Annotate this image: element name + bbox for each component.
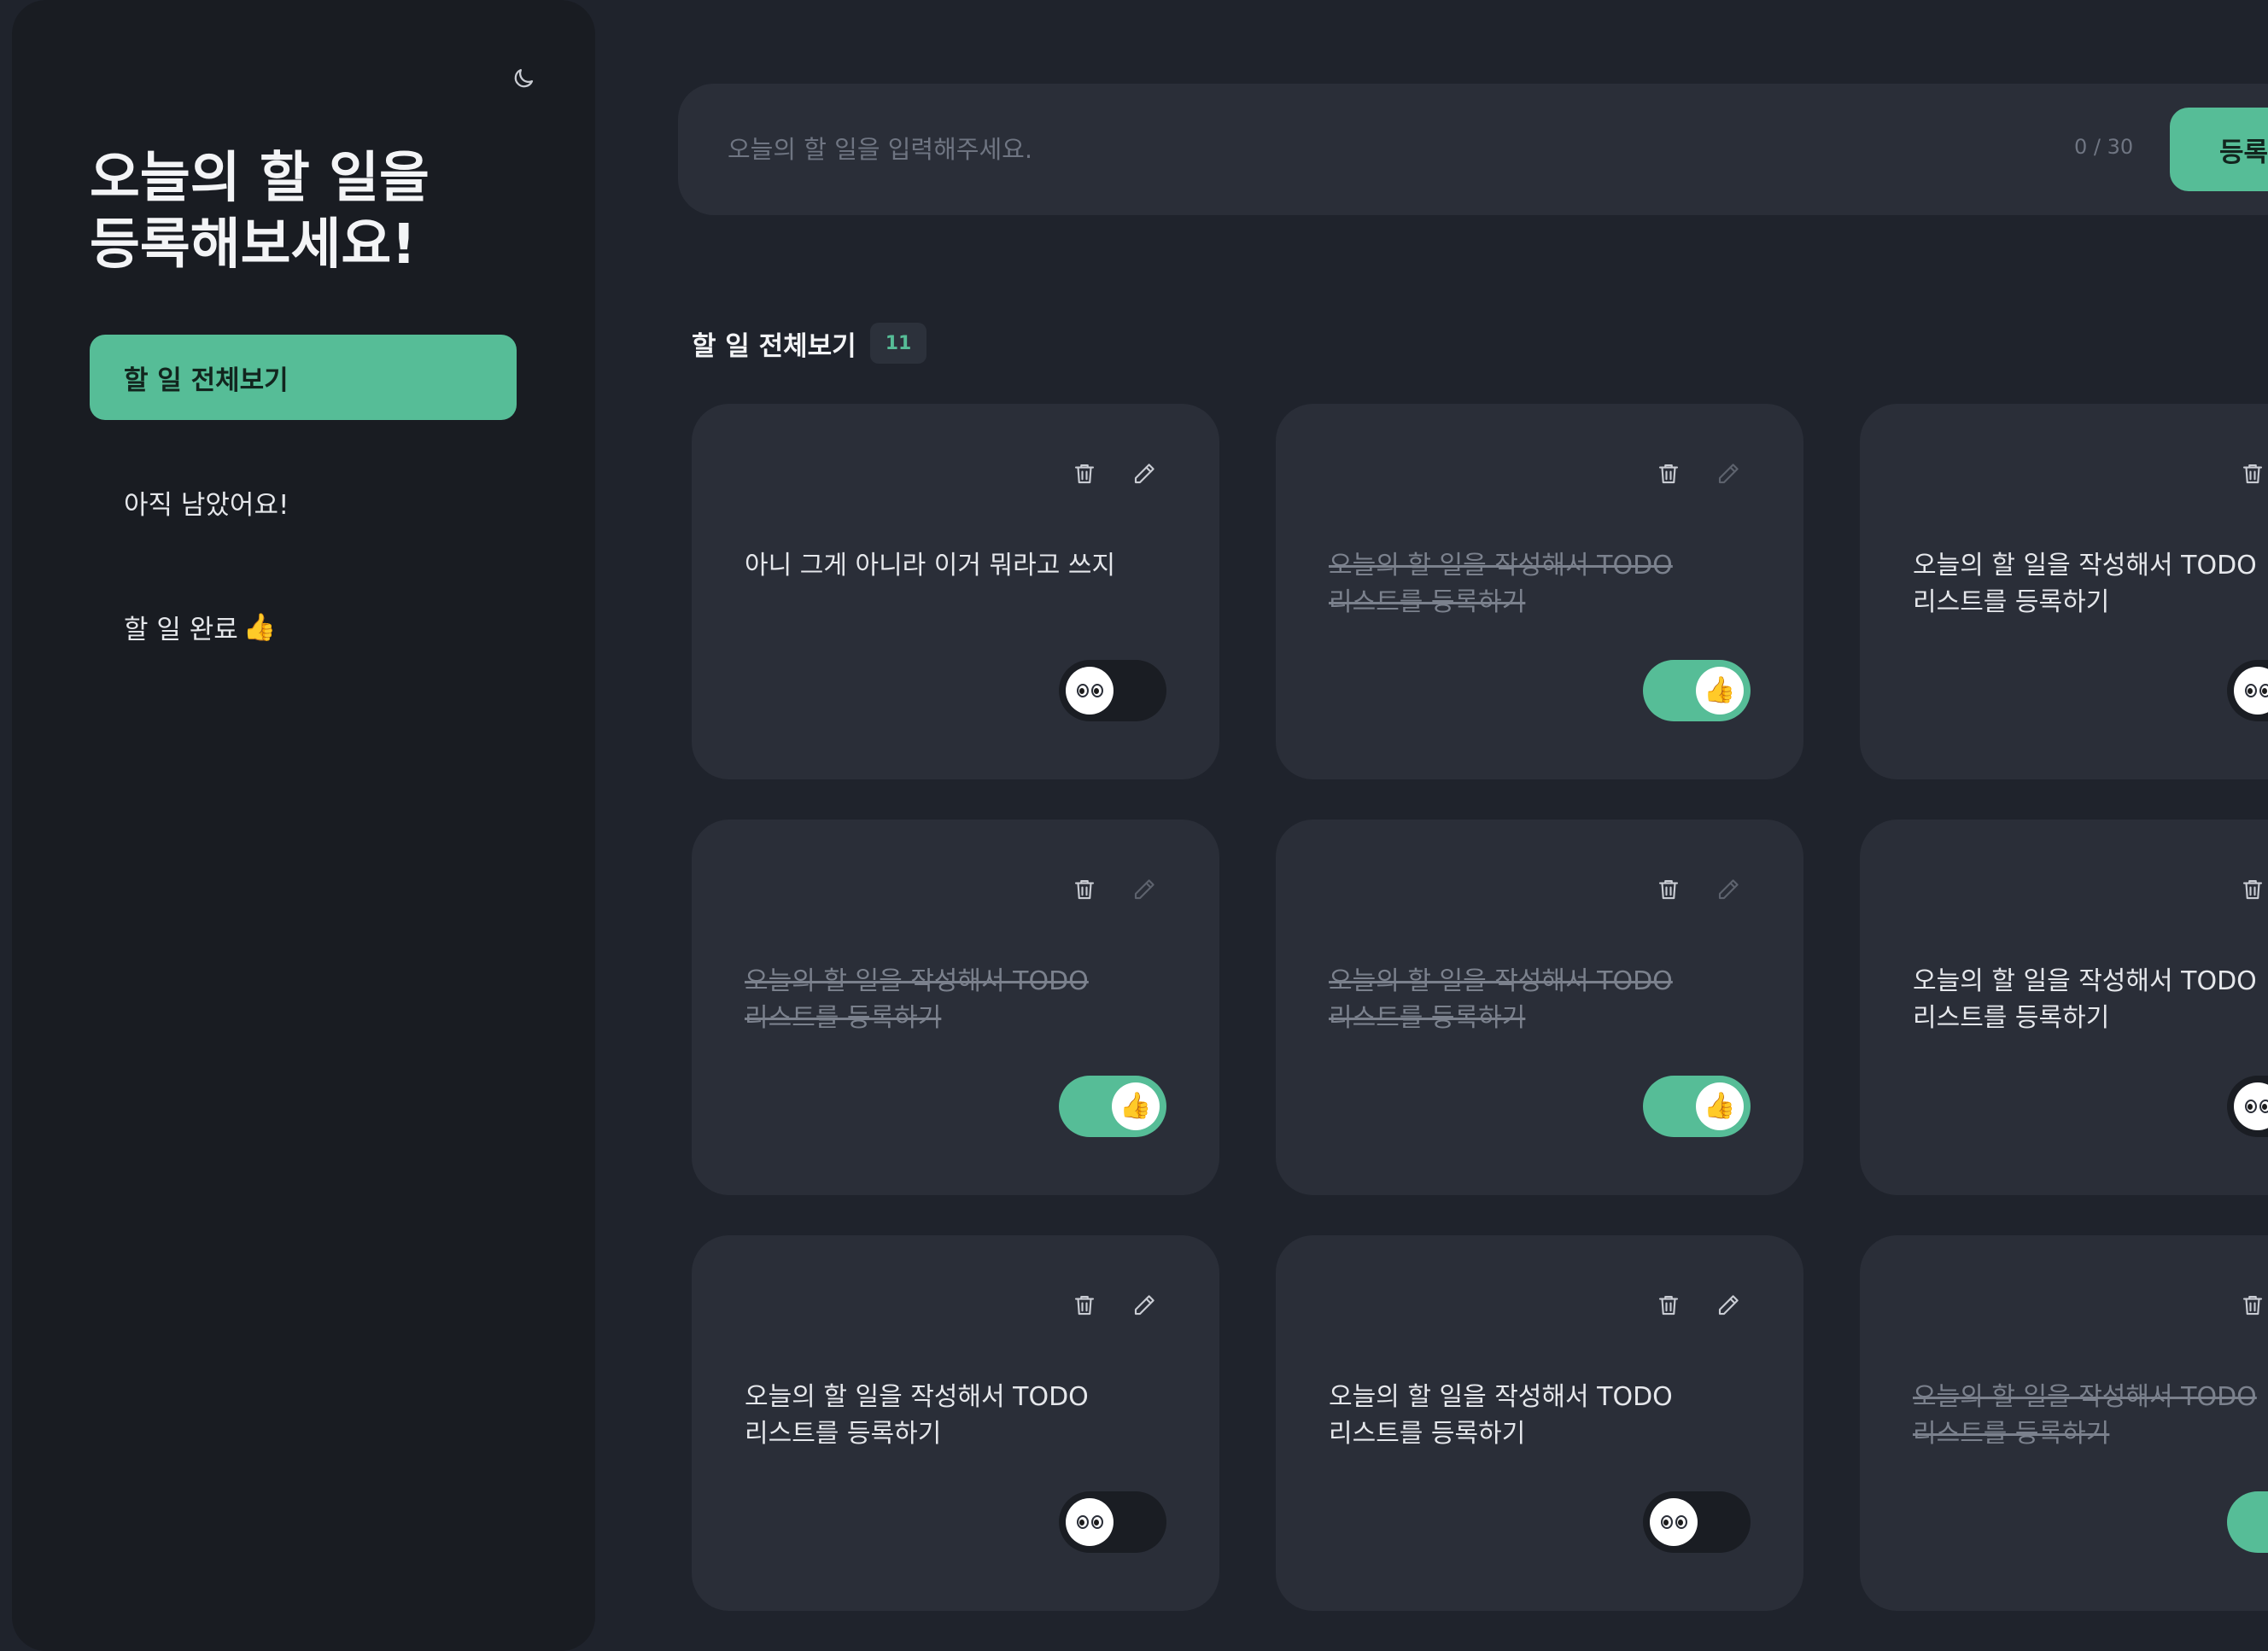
page-title-line-2: 등록해보세요! [90,213,417,277]
complete-toggle[interactable] [2227,1076,2268,1137]
card-actions [2236,872,2268,907]
pencil-icon[interactable] [1127,1288,1161,1322]
trash-icon[interactable] [1067,457,1102,491]
thumbs-up-icon: 👍 [1704,675,1736,705]
thumbs-up-icon: 👍 [243,611,277,643]
trash-icon[interactable] [2236,1288,2268,1322]
todo-card: 오늘의 할 일을 작성해서 TODO 리스트를 등록하기 [1860,404,2268,779]
todo-input-bar: 0 / 30 등록 [678,84,2268,215]
card-actions [1651,457,1745,491]
section-header: 할 일 전체보기 11 [692,323,927,364]
trash-icon[interactable] [2236,457,2268,491]
card-actions [1651,1288,1745,1322]
toggle-knob [1066,667,1114,715]
pencil-icon[interactable] [1127,457,1161,491]
todo-text: 오늘의 할 일을 작성해서 TODO 리스트를 등록하기 [745,966,1089,1033]
card-actions [2236,457,2268,491]
todo-text: 오늘의 할 일을 작성해서 TODO 리스트를 등록하기 [1913,966,2257,1033]
todo-text: 오늘의 할 일을 작성해서 TODO 리스트를 등록하기 [1913,551,2257,617]
eyes-icon [2244,1100,2268,1113]
eyes-icon [1660,1515,1687,1529]
toggle-knob: 👍 [1112,1082,1160,1130]
todo-text: 오늘의 할 일을 작성해서 TODO 리스트를 등록하기 [1329,966,1673,1033]
sidebar-item-label: 아직 남았어요! [124,489,289,521]
trash-icon[interactable] [1651,457,1686,491]
todo-text: 오늘의 할 일을 작성해서 TODO 리스트를 등록하기 [745,1382,1089,1449]
card-actions [1067,457,1161,491]
toggle-knob: 👍 [1696,1082,1744,1130]
eyes-icon [1076,1515,1103,1529]
sidebar-item-remaining[interactable]: 아직 남았어요! [90,459,517,545]
complete-toggle[interactable] [1643,1491,1751,1553]
submit-button[interactable]: 등록 [2170,108,2268,191]
trash-icon[interactable] [1067,872,1102,907]
todo-card: 오늘의 할 일을 작성해서 TODO 리스트를 등록하기 👍 [1276,404,1803,779]
todo-input[interactable] [728,120,1940,179]
todo-count-badge: 11 [869,323,927,364]
card-actions [2236,1288,2268,1322]
sidebar: 오늘의 할 일을 등록해보세요! 할 일 전체보기 아직 남았어요! 할 일 완… [12,0,595,1651]
card-actions [1067,1288,1161,1322]
page-title-line-1: 오늘의 할 일을 [90,147,430,210]
sidebar-item-completed[interactable]: 할 일 완료 👍 [90,584,517,669]
section-title: 할 일 전체보기 [692,330,856,362]
todo-card: 아니 그게 아니라 이거 뭐라고 쓰지 [692,404,1219,779]
todo-text: 오늘의 할 일을 작성해서 TODO 리스트를 등록하기 [1329,1382,1673,1449]
toggle-knob [2234,667,2268,715]
todo-card: 오늘의 할 일을 작성해서 TODO 리스트를 등록하기 👍 [692,820,1219,1195]
sidebar-item-all[interactable]: 할 일 전체보기 [90,335,517,420]
todo-card: 오늘의 할 일을 작성해서 TODO 리스트를 등록하기 👍 [1860,1235,2268,1611]
moon-icon[interactable] [507,62,540,95]
trash-icon[interactable] [1067,1288,1102,1322]
pencil-icon[interactable] [1127,872,1161,907]
complete-toggle[interactable] [2227,660,2268,721]
todo-text: 아니 그게 아니라 이거 뭐라고 쓰지 [745,551,1116,580]
toggle-knob [2234,1082,2268,1130]
todo-text: 오늘의 할 일을 작성해서 TODO 리스트를 등록하기 [1913,1382,2257,1449]
complete-toggle[interactable] [1059,1491,1166,1553]
sidebar-nav: 할 일 전체보기 아직 남았어요! 할 일 완료 👍 [90,335,517,709]
complete-toggle[interactable]: 👍 [1059,1076,1166,1137]
toggle-knob [1066,1498,1114,1546]
eyes-icon [2244,684,2268,697]
trash-icon[interactable] [1651,872,1686,907]
complete-toggle[interactable]: 👍 [1643,1076,1751,1137]
todo-text: 오늘의 할 일을 작성해서 TODO 리스트를 등록하기 [1329,551,1673,617]
trash-icon[interactable] [2236,872,2268,907]
thumbs-up-icon: 👍 [1119,1091,1152,1121]
card-actions [1067,872,1161,907]
todo-card: 오늘의 할 일을 작성해서 TODO 리스트를 등록하기 [1276,1235,1803,1611]
pencil-icon[interactable] [1711,1288,1745,1322]
sidebar-item-label: 할 일 완료 [124,614,238,645]
char-counter: 0 / 30 [2074,135,2134,159]
toggle-knob [1650,1498,1698,1546]
app-root: 오늘의 할 일을 등록해보세요! 할 일 전체보기 아직 남았어요! 할 일 완… [0,0,2268,1651]
sidebar-item-label: 할 일 전체보기 [124,365,289,396]
pencil-icon[interactable] [1711,457,1745,491]
todo-card: 오늘의 할 일을 작성해서 TODO 리스트를 등록하기 👍 [1276,820,1803,1195]
trash-icon[interactable] [1651,1288,1686,1322]
pencil-icon[interactable] [1711,872,1745,907]
toggle-knob: 👍 [1696,667,1744,715]
complete-toggle[interactable] [1059,660,1166,721]
eyes-icon [1076,684,1103,697]
page-title: 오늘의 할 일을 등록해보세요! [90,145,568,278]
todo-card: 오늘의 할 일을 작성해서 TODO 리스트를 등록하기 [692,1235,1219,1611]
todo-card: 오늘의 할 일을 작성해서 TODO 리스트를 등록하기 [1860,820,2268,1195]
complete-toggle[interactable]: 👍 [1643,660,1751,721]
complete-toggle[interactable]: 👍 [2227,1491,2268,1553]
thumbs-up-icon: 👍 [1704,1091,1736,1121]
card-actions [1651,872,1745,907]
